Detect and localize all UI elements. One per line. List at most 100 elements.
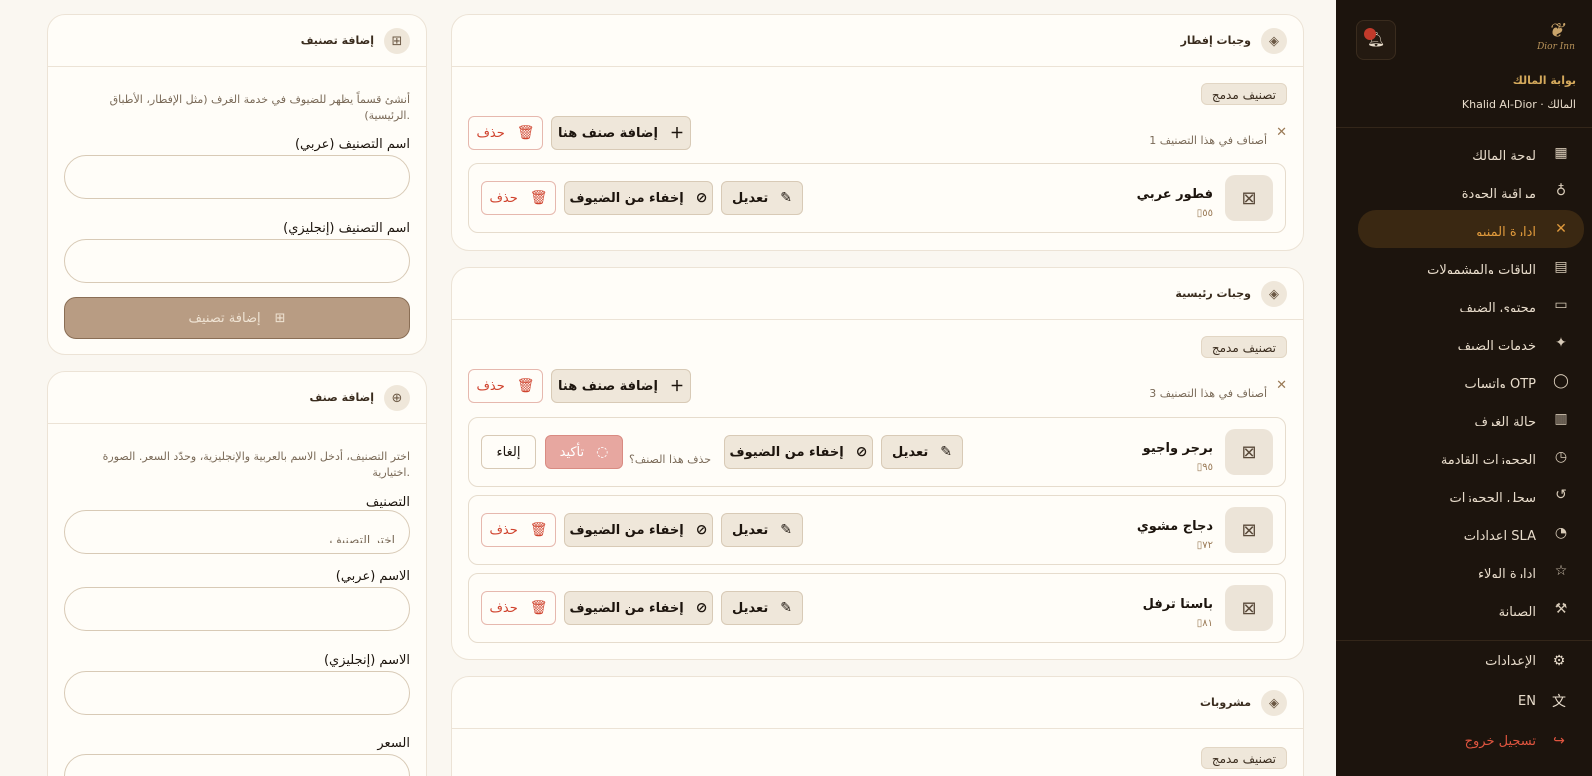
category-name-ar-input[interactable]: [64, 155, 410, 199]
wrench-icon: ⚒: [1554, 601, 1568, 617]
add-category-description: أنشئ قسماً يظهر للضيوف في خدمة الغرف (مث…: [109, 93, 410, 122]
category-title: وجبات إفطار: [1180, 34, 1251, 47]
hide-from-guests-button[interactable]: إخفاء من الضيوف ⊘: [724, 435, 873, 469]
item-count: 1 أصناف في هذا التصنيف: [1149, 134, 1267, 147]
category-select[interactable]: اختر التصنيف: [64, 510, 410, 554]
category-header: ◈ وجبات إفطار: [452, 15, 1303, 67]
image-off-icon: ⊠: [1225, 585, 1273, 631]
menu-item-row: ⊠ برجر واجيو ▯٩٥ تعديل ✎ إخفاء من الضيوف ⊘…: [468, 417, 1286, 487]
gift-icon: ▤: [1554, 259, 1568, 275]
button-label: تأكيد: [559, 444, 585, 460]
item-name-ar-input[interactable]: [64, 587, 410, 631]
nav-owner-dashboard[interactable]: لوحة المالك ▦: [1358, 134, 1584, 172]
button-label: حذف: [476, 378, 505, 394]
delete-category-button[interactable]: حذف 🗑︎: [468, 116, 543, 150]
delete-item-button[interactable]: حذف 🗑︎: [481, 181, 556, 215]
nav-maintenance[interactable]: الصيانة ⚒: [1358, 590, 1584, 628]
gear-icon: ⚙: [1552, 653, 1566, 669]
sidebar-header: ❦ Dior Inn 🔔︎ بوابة المالك Khalid Al-Dior…: [1336, 0, 1592, 128]
item-price: ▯٥٥: [1197, 208, 1213, 219]
builtin-badge: تصنيف مدمج: [1200, 336, 1287, 358]
language-toggle[interactable]: EN 文: [1336, 681, 1592, 721]
price-value: ٨١: [1202, 618, 1213, 629]
nav-label: إدارة المنيو: [1476, 225, 1536, 236]
nav-room-status[interactable]: حالة الغرف ▥: [1358, 400, 1584, 438]
menu-item-row: ⊠ دجاج مشوي ▯٧٢ تعديل ✎ إخفاء من الضيوف ⊘ …: [468, 495, 1286, 565]
menu-item-row: ⊠ فطور عربي ▯٥٥ تعديل ✎ إخفاء من الضيوف ⊘ …: [468, 163, 1286, 233]
image-off-icon: ⊠: [1225, 175, 1273, 221]
item-name: دجاج مشوي: [1136, 519, 1213, 534]
plus-circle-icon: ⊕: [384, 385, 410, 411]
add-category-button[interactable]: إضافة تصنيف ⊞: [64, 297, 410, 339]
folder-plus-icon: ⊞: [384, 28, 410, 54]
notifications-button[interactable]: 🔔︎: [1356, 20, 1396, 60]
category-title: وجبات رئيسية: [1175, 287, 1251, 300]
sidebar-nav: لوحة المالك ▦ مراقبة الجودة ♁ إدارة المنيو…: [1336, 134, 1592, 634]
add-item-title: إضافة صنف: [309, 391, 374, 404]
delete-item-button[interactable]: حذف 🗑︎: [481, 513, 556, 547]
add-item-card: ⊕ إضافة صنف اختر التصنيف، أدخل الاسم بال…: [47, 371, 427, 776]
category-title: مشروبات: [1200, 696, 1251, 709]
timer-icon: ◔: [1554, 525, 1568, 541]
edit-button[interactable]: تعديل ✎: [881, 435, 963, 469]
nav-label: لوحة المالك: [1472, 149, 1536, 160]
delete-category-button[interactable]: حذف 🗑︎: [468, 369, 543, 403]
button-label: إضافة صنف هنا: [558, 378, 658, 394]
item-count: 3 أصناف في هذا التصنيف: [1149, 387, 1267, 400]
nav-label: خدمات الضيف: [1457, 339, 1536, 350]
nav-packages[interactable]: الباقات والمشمولات ▤: [1358, 248, 1584, 286]
nav-guest-services[interactable]: خدمات الضيف ✦: [1358, 324, 1584, 362]
edit-button[interactable]: تعديل ✎: [721, 513, 803, 547]
brand-logo: ❦ Dior Inn: [1537, 18, 1575, 52]
trash-icon: 🗑︎: [516, 378, 535, 394]
edit-button[interactable]: تعديل ✎: [721, 591, 803, 625]
sidebar-footer: الإعدادات ⚙ EN 文 تسجيل خروج ↪: [1336, 640, 1592, 776]
nav-whatsapp-otp[interactable]: واتساب OTP ◯: [1358, 362, 1584, 400]
add-item-description: اختر التصنيف، أدخل الاسم بالعربية والإنج…: [102, 450, 410, 479]
trash-icon: 🗑︎: [516, 125, 535, 141]
nav-upcoming-bookings[interactable]: الحجوزات القادمة ◷: [1358, 438, 1584, 476]
hide-from-guests-button[interactable]: إخفاء من الضيوف ⊘: [564, 591, 713, 625]
nav-menu-management[interactable]: إدارة المنيو ✕: [1358, 210, 1584, 248]
button-label: إضافة صنف هنا: [558, 125, 658, 141]
settings-link[interactable]: الإعدادات ⚙: [1336, 641, 1592, 681]
nav-guest-content[interactable]: محتوى الضيف ▭: [1358, 286, 1584, 324]
hide-from-guests-button[interactable]: إخفاء من الضيوف ⊘: [564, 513, 713, 547]
category-card: ◈ وجبات رئيسية تصنيف مدمج ✕ 3 أصناف في ه…: [451, 267, 1304, 660]
nav-label: واتساب OTP: [1464, 377, 1536, 388]
confirm-delete-button[interactable]: تأكيد ◌: [545, 435, 623, 469]
edit-button[interactable]: تعديل ✎: [721, 181, 803, 215]
category-card: ◈ مشروبات تصنيف مدمج: [451, 676, 1304, 776]
add-item-here-button[interactable]: إضافة صنف هنا ＋: [551, 369, 691, 403]
delete-item-button[interactable]: حذف 🗑︎: [481, 591, 556, 625]
price-input[interactable]: [64, 754, 410, 776]
settings-label: الإعدادات: [1485, 653, 1536, 669]
item-name-en-input[interactable]: [64, 671, 410, 715]
eye-off-icon: ⊘: [695, 190, 708, 206]
pencil-icon: ✎: [940, 444, 952, 460]
category-name-ar-label: اسم التصنيف (عربي): [294, 137, 410, 152]
logout-button[interactable]: تسجيل خروج ↪: [1336, 721, 1592, 761]
nav-label: سجل الحجوزات: [1449, 491, 1536, 502]
star-icon: ☆: [1554, 563, 1568, 579]
add-category-header: ⊞ إضافة تصنيف: [48, 15, 426, 67]
add-category-title: إضافة تصنيف: [300, 34, 374, 47]
item-price: ▯٩٥: [1197, 462, 1213, 473]
nav-sla-settings[interactable]: إعدادات SLA ◔: [1358, 514, 1584, 552]
hide-from-guests-button[interactable]: إخفاء من الضيوف ⊘: [564, 181, 713, 215]
button-label: تعديل: [732, 190, 769, 206]
cancel-delete-button[interactable]: إلغاء: [481, 435, 536, 469]
nav-booking-history[interactable]: سجل الحجوزات ↺: [1358, 476, 1584, 514]
nav-label: حالة الغرف: [1474, 415, 1536, 426]
language-label: EN: [1518, 693, 1536, 709]
nav-loyalty[interactable]: إدارة الولاء ☆: [1358, 552, 1584, 590]
nav-label: الصيانة: [1498, 605, 1536, 616]
category-name-en-input[interactable]: [64, 239, 410, 283]
add-item-here-button[interactable]: إضافة صنف هنا ＋: [551, 116, 691, 150]
button-label: تعديل: [732, 600, 769, 616]
user-name: Khalid Al-Dior · المالك: [1461, 98, 1576, 111]
nav-quality[interactable]: مراقبة الجودة ♁: [1358, 172, 1584, 210]
item-price: ▯٧٢: [1197, 540, 1213, 551]
utensils-icon: ✕: [1555, 221, 1567, 237]
logout-label: تسجيل خروج: [1464, 733, 1536, 749]
